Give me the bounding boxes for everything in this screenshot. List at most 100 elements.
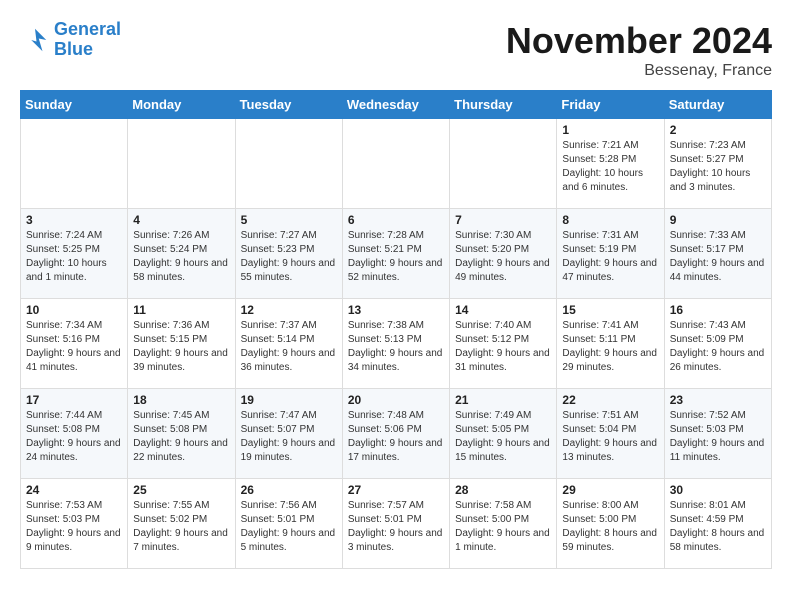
day-info: Sunrise: 7:37 AMSunset: 5:14 PMDaylight:… (241, 319, 337, 375)
calendar-header-cell: Wednesday (342, 91, 449, 119)
day-info: Sunrise: 8:00 AMSunset: 5:00 PMDaylight:… (562, 499, 658, 555)
day-number: 19 (241, 393, 337, 407)
day-number: 11 (133, 303, 229, 317)
day-number: 17 (26, 393, 122, 407)
calendar-day-cell: 22 Sunrise: 7:51 AMSunset: 5:04 PMDayligh… (557, 389, 664, 479)
day-info: Sunrise: 7:53 AMSunset: 5:03 PMDaylight:… (26, 499, 122, 555)
calendar-day-cell: 20 Sunrise: 7:48 AMSunset: 5:06 PMDayligh… (342, 389, 449, 479)
logo-icon (20, 25, 50, 55)
day-number: 10 (26, 303, 122, 317)
calendar-body: 1 Sunrise: 7:21 AMSunset: 5:28 PMDaylight… (21, 119, 772, 569)
day-info: Sunrise: 7:26 AMSunset: 5:24 PMDaylight:… (133, 229, 229, 285)
day-info: Sunrise: 7:45 AMSunset: 5:08 PMDaylight:… (133, 409, 229, 465)
day-info: Sunrise: 7:58 AMSunset: 5:00 PMDaylight:… (455, 499, 551, 555)
calendar-day-cell: 8 Sunrise: 7:31 AMSunset: 5:19 PMDaylight… (557, 209, 664, 299)
day-info: Sunrise: 7:48 AMSunset: 5:06 PMDaylight:… (348, 409, 444, 465)
calendar-day-cell (128, 119, 235, 209)
calendar-day-cell (342, 119, 449, 209)
day-info: Sunrise: 7:30 AMSunset: 5:20 PMDaylight:… (455, 229, 551, 285)
calendar-week-row: 17 Sunrise: 7:44 AMSunset: 5:08 PMDayligh… (21, 389, 772, 479)
day-number: 16 (670, 303, 766, 317)
day-number: 18 (133, 393, 229, 407)
calendar-day-cell: 4 Sunrise: 7:26 AMSunset: 5:24 PMDaylight… (128, 209, 235, 299)
calendar-day-cell: 14 Sunrise: 7:40 AMSunset: 5:12 PMDayligh… (450, 299, 557, 389)
calendar-day-cell (21, 119, 128, 209)
day-info: Sunrise: 7:49 AMSunset: 5:05 PMDaylight:… (455, 409, 551, 465)
day-info: Sunrise: 7:21 AMSunset: 5:28 PMDaylight:… (562, 139, 658, 195)
day-info: Sunrise: 7:41 AMSunset: 5:11 PMDaylight:… (562, 319, 658, 375)
calendar-week-row: 10Sunrise: 7:34 AMSunset: 5:16 PMDayligh… (21, 299, 772, 389)
day-info: Sunrise: 7:52 AMSunset: 5:03 PMDaylight:… (670, 409, 766, 465)
title-block: November 2024 Bessenay, France (506, 20, 772, 80)
calendar-day-cell: 26Sunrise: 7:56 AMSunset: 5:01 PMDayligh… (235, 479, 342, 569)
calendar-day-cell (450, 119, 557, 209)
day-number: 26 (241, 483, 337, 497)
logo: General Blue (20, 20, 121, 60)
day-number: 22 (562, 393, 658, 407)
calendar-day-cell: 21 Sunrise: 7:49 AMSunset: 5:05 PMDayligh… (450, 389, 557, 479)
calendar-day-cell: 29 Sunrise: 8:00 AMSunset: 5:00 PMDayligh… (557, 479, 664, 569)
calendar-day-cell: 23 Sunrise: 7:52 AMSunset: 5:03 PMDayligh… (664, 389, 771, 479)
calendar-day-cell: 19 Sunrise: 7:47 AMSunset: 5:07 PMDayligh… (235, 389, 342, 479)
day-number: 20 (348, 393, 444, 407)
day-number: 30 (670, 483, 766, 497)
day-info: Sunrise: 7:57 AMSunset: 5:01 PMDaylight:… (348, 499, 444, 555)
day-info: Sunrise: 7:23 AMSunset: 5:27 PMDaylight:… (670, 139, 766, 195)
calendar-day-cell: 6 Sunrise: 7:28 AMSunset: 5:21 PMDaylight… (342, 209, 449, 299)
day-info: Sunrise: 7:51 AMSunset: 5:04 PMDaylight:… (562, 409, 658, 465)
page-title: November 2024 (506, 20, 772, 62)
day-info: Sunrise: 7:27 AMSunset: 5:23 PMDaylight:… (241, 229, 337, 285)
calendar-header-row: SundayMondayTuesdayWednesdayThursdayFrid… (21, 91, 772, 119)
day-number: 13 (348, 303, 444, 317)
calendar-day-cell: 15 Sunrise: 7:41 AMSunset: 5:11 PMDayligh… (557, 299, 664, 389)
day-number: 24 (26, 483, 122, 497)
logo-line1: General (54, 19, 121, 39)
logo-line2: Blue (54, 39, 93, 59)
day-info: Sunrise: 7:43 AMSunset: 5:09 PMDaylight:… (670, 319, 766, 375)
day-info: Sunrise: 7:24 AMSunset: 5:25 PMDaylight:… (26, 229, 122, 285)
day-number: 28 (455, 483, 551, 497)
calendar-day-cell: 27 Sunrise: 7:57 AMSunset: 5:01 PMDayligh… (342, 479, 449, 569)
day-info: Sunrise: 7:28 AMSunset: 5:21 PMDaylight:… (348, 229, 444, 285)
day-number: 3 (26, 213, 122, 227)
day-number: 14 (455, 303, 551, 317)
calendar-header-cell: Saturday (664, 91, 771, 119)
calendar-week-row: 1 Sunrise: 7:21 AMSunset: 5:28 PMDaylight… (21, 119, 772, 209)
day-number: 4 (133, 213, 229, 227)
calendar-day-cell: 17 Sunrise: 7:44 AMSunset: 5:08 PMDayligh… (21, 389, 128, 479)
day-number: 8 (562, 213, 658, 227)
day-info: Sunrise: 7:33 AMSunset: 5:17 PMDaylight:… (670, 229, 766, 285)
day-info: Sunrise: 7:47 AMSunset: 5:07 PMDaylight:… (241, 409, 337, 465)
day-info: Sunrise: 8:01 AMSunset: 4:59 PMDaylight:… (670, 499, 766, 555)
day-number: 6 (348, 213, 444, 227)
day-info: Sunrise: 7:31 AMSunset: 5:19 PMDaylight:… (562, 229, 658, 285)
calendar-day-cell: 3 Sunrise: 7:24 AMSunset: 5:25 PMDaylight… (21, 209, 128, 299)
day-number: 23 (670, 393, 766, 407)
day-number: 21 (455, 393, 551, 407)
calendar-header-cell: Monday (128, 91, 235, 119)
calendar-header-cell: Sunday (21, 91, 128, 119)
calendar-header-cell: Tuesday (235, 91, 342, 119)
calendar-day-cell: 10Sunrise: 7:34 AMSunset: 5:16 PMDayligh… (21, 299, 128, 389)
calendar-day-cell: 9 Sunrise: 7:33 AMSunset: 5:17 PMDaylight… (664, 209, 771, 299)
page-header: General Blue November 2024 Bessenay, Fra… (20, 20, 772, 80)
day-number: 15 (562, 303, 658, 317)
day-number: 9 (670, 213, 766, 227)
calendar-day-cell: 12 Sunrise: 7:37 AMSunset: 5:14 PMDayligh… (235, 299, 342, 389)
calendar-week-row: 3 Sunrise: 7:24 AMSunset: 5:25 PMDaylight… (21, 209, 772, 299)
day-number: 29 (562, 483, 658, 497)
calendar-header-cell: Friday (557, 91, 664, 119)
day-number: 27 (348, 483, 444, 497)
calendar-day-cell: 30 Sunrise: 8:01 AMSunset: 4:59 PMDayligh… (664, 479, 771, 569)
logo-text: General Blue (54, 20, 121, 60)
calendar-day-cell: 28 Sunrise: 7:58 AMSunset: 5:00 PMDayligh… (450, 479, 557, 569)
calendar-day-cell: 16 Sunrise: 7:43 AMSunset: 5:09 PMDayligh… (664, 299, 771, 389)
day-info: Sunrise: 7:55 AMSunset: 5:02 PMDaylight:… (133, 499, 229, 555)
calendar-day-cell: 24 Sunrise: 7:53 AMSunset: 5:03 PMDayligh… (21, 479, 128, 569)
day-number: 1 (562, 123, 658, 137)
day-number: 7 (455, 213, 551, 227)
calendar-day-cell (235, 119, 342, 209)
day-info: Sunrise: 7:40 AMSunset: 5:12 PMDaylight:… (455, 319, 551, 375)
day-number: 12 (241, 303, 337, 317)
day-info: Sunrise: 7:44 AMSunset: 5:08 PMDaylight:… (26, 409, 122, 465)
